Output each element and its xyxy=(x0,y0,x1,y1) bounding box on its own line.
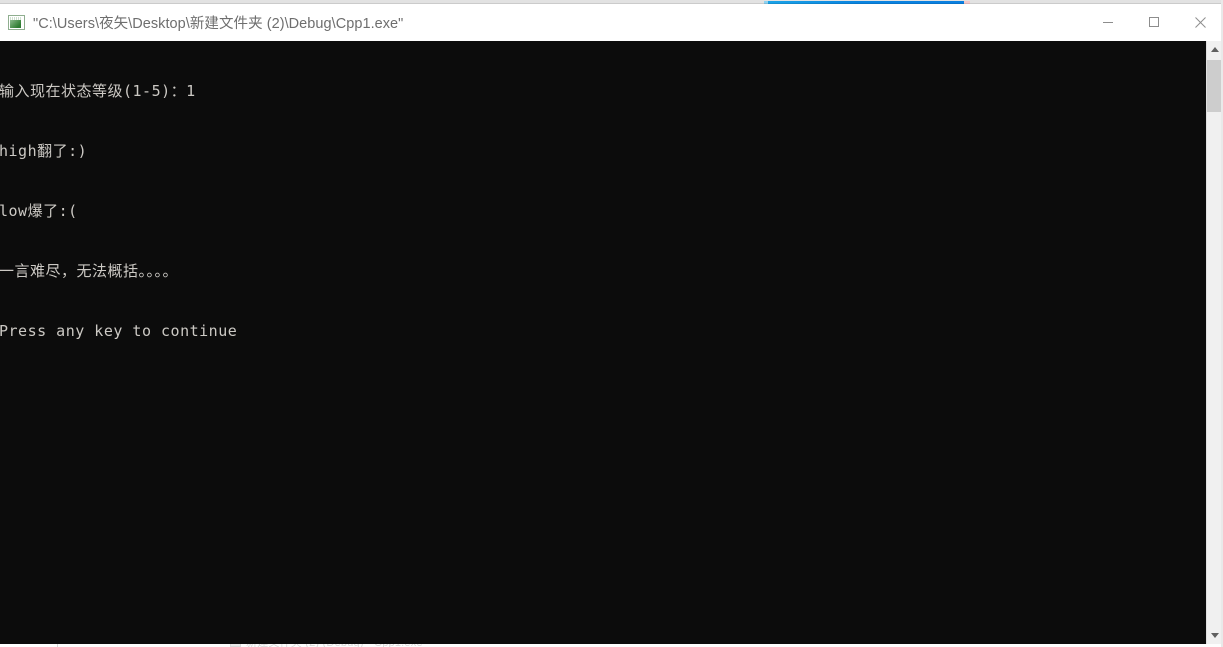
console-text-block: 输入现在状态等级(1-5)：1 high翻了:) low爆了:( 一言难尽，无法… xyxy=(0,41,237,381)
console-line: Press any key to continue xyxy=(0,322,238,340)
window-title-text: "C:\Users\夜矢\Desktop\新建文件夹 (2)\Debug\Cpp… xyxy=(33,15,404,32)
minimize-button[interactable] xyxy=(1085,4,1131,40)
console-line: 输入现在状态等级(1-5)：1 xyxy=(0,82,196,100)
window-titlebar[interactable]: "C:\Users\夜矢\Desktop\新建文件夹 (2)\Debug\Cpp… xyxy=(0,4,1223,41)
console-app-icon xyxy=(8,14,25,30)
close-button[interactable] xyxy=(1177,4,1223,40)
maximize-button[interactable] xyxy=(1131,4,1177,40)
maximize-icon xyxy=(1149,17,1159,27)
console-line: 一言难尽，无法概括。。。。 xyxy=(0,262,179,280)
console-output-area[interactable]: 输入现在状态等级(1-5)：1 high翻了:) low爆了:( 一言难尽，无法… xyxy=(0,41,1223,644)
chevron-up-icon xyxy=(1211,47,1219,52)
window-controls xyxy=(1085,4,1223,40)
chevron-down-icon xyxy=(1211,633,1219,638)
close-icon xyxy=(1194,16,1206,28)
desktop-background: 新建文件夹 (2) (Debug) - Cpp1.exe "C:\Users\夜… xyxy=(0,0,1223,647)
console-line: low爆了:( xyxy=(0,202,78,220)
console-window[interactable]: "C:\Users\夜矢\Desktop\新建文件夹 (2)\Debug\Cpp… xyxy=(0,4,1223,644)
minimize-icon xyxy=(1103,22,1113,23)
console-line: high翻了:) xyxy=(0,142,88,160)
